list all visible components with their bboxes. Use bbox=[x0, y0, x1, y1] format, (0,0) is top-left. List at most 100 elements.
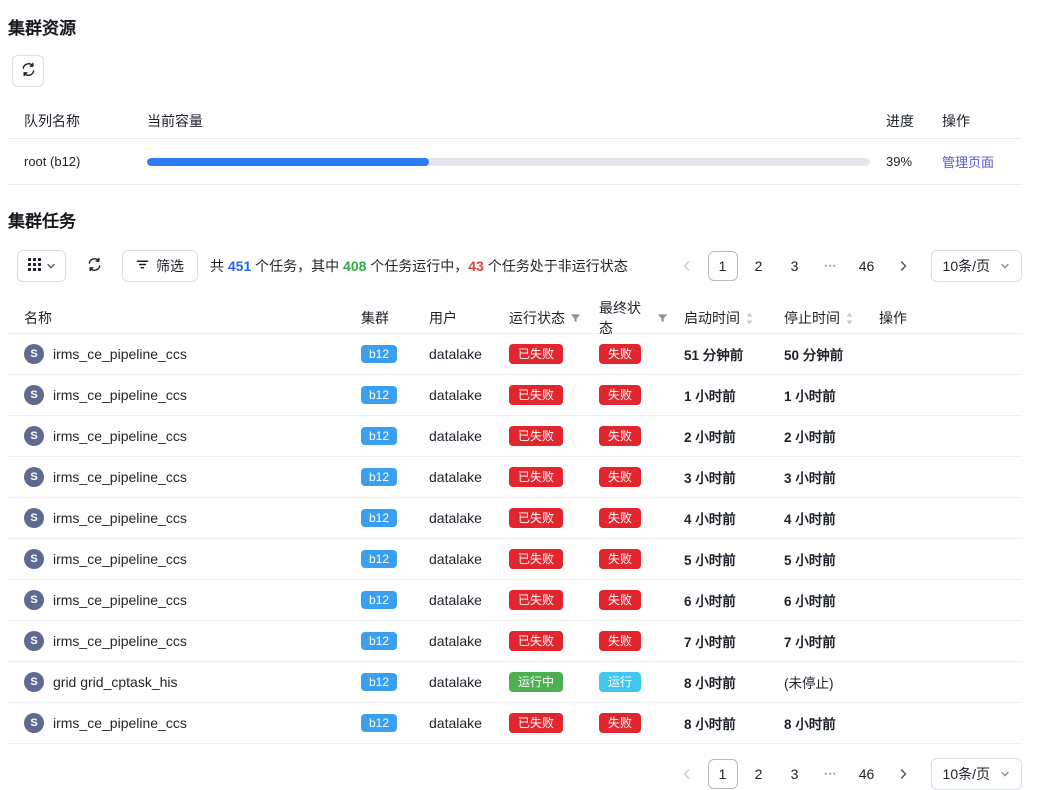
start-time: 8 小时前 bbox=[668, 672, 768, 692]
final-status-badge: 失败 bbox=[599, 385, 641, 405]
final-status-badge: 运行 bbox=[599, 672, 641, 692]
filter-button-label: 筛选 bbox=[156, 256, 184, 276]
cluster-badge: b12 bbox=[361, 386, 397, 404]
manage-page-link[interactable]: 管理页面 bbox=[942, 155, 994, 170]
col-header-user: 用户 bbox=[413, 308, 493, 328]
run-status-badge: 已失败 bbox=[509, 385, 563, 405]
sort-icon[interactable] bbox=[745, 312, 754, 325]
avatar: S bbox=[24, 590, 44, 610]
tasks-table: 名称 集群 用户 运行状态 最终状态 启动时间 停止时间 bbox=[8, 298, 1022, 744]
table-row: S irms_ce_pipeline_ccs b12 datalake 已失败 … bbox=[8, 457, 1022, 498]
tasks-summary: 共 451 个任务，其中 408 个任务运行中，43 个任务处于非运行状态 bbox=[210, 256, 628, 276]
task-name: irms_ce_pipeline_ccs bbox=[53, 551, 187, 567]
table-row: S irms_ce_pipeline_ccs b12 datalake 已失败 … bbox=[8, 703, 1022, 744]
pagination-ellipsis[interactable]: ••• bbox=[816, 759, 846, 789]
col-header-name: 名称 bbox=[8, 308, 345, 328]
filter-lines-icon bbox=[136, 258, 149, 274]
page-size-select[interactable]: 10条/页 bbox=[931, 250, 1022, 282]
pagination-next-button[interactable] bbox=[888, 251, 918, 281]
avatar: S bbox=[24, 713, 44, 733]
table-row: S irms_ce_pipeline_ccs b12 datalake 已失败 … bbox=[8, 416, 1022, 457]
tasks-table-body: S irms_ce_pipeline_ccs b12 datalake 已失败 … bbox=[8, 334, 1022, 744]
final-status-badge: 失败 bbox=[599, 426, 641, 446]
avatar: S bbox=[24, 508, 44, 528]
start-time: 1 小时前 bbox=[668, 385, 768, 405]
chevron-down-icon bbox=[46, 258, 56, 274]
column-settings-button[interactable] bbox=[17, 250, 66, 282]
filter-button[interactable]: 筛选 bbox=[122, 250, 198, 282]
cluster-badge: b12 bbox=[361, 550, 397, 568]
pagination-prev-button[interactable] bbox=[672, 251, 702, 281]
chevron-down-icon bbox=[1000, 258, 1010, 274]
resources-table-row: root (b12) 39% 管理页面 bbox=[8, 139, 1022, 185]
progress-percent: 39% bbox=[870, 154, 926, 169]
run-status-badge: 已失败 bbox=[509, 590, 563, 610]
task-user: datalake bbox=[413, 633, 493, 649]
pagination-page-1[interactable]: 1 bbox=[708, 759, 738, 789]
pagination-next-button[interactable] bbox=[888, 759, 918, 789]
pagination-page-3[interactable]: 3 bbox=[780, 251, 810, 281]
pagination-ellipsis[interactable]: ••• bbox=[816, 251, 846, 281]
avatar: S bbox=[24, 672, 44, 692]
grid-icon bbox=[28, 258, 41, 274]
pagination-page-2[interactable]: 2 bbox=[744, 759, 774, 789]
task-user: datalake bbox=[413, 469, 493, 485]
final-status-badge: 失败 bbox=[599, 590, 641, 610]
task-user: datalake bbox=[413, 428, 493, 444]
run-status-badge: 已失败 bbox=[509, 508, 563, 528]
chevron-down-icon bbox=[1000, 766, 1010, 782]
col-header-cluster: 集群 bbox=[345, 308, 413, 328]
stop-time: 1 小时前 bbox=[768, 385, 863, 405]
cluster-badge: b12 bbox=[361, 509, 397, 527]
start-time: 8 小时前 bbox=[668, 713, 768, 733]
toolbar-pagination: 1 2 3 ••• 46 10条/页 bbox=[669, 250, 1022, 282]
col-header-action: 操作 bbox=[863, 308, 1022, 328]
col-header-run-status: 运行状态 bbox=[493, 308, 583, 328]
pagination-page-1[interactable]: 1 bbox=[708, 251, 738, 281]
pagination: 1 2 3 ••• 46 bbox=[669, 759, 921, 789]
col-header-start-time: 启动时间 bbox=[668, 308, 768, 328]
refresh-icon bbox=[87, 257, 102, 275]
avatar: S bbox=[24, 344, 44, 364]
start-time: 5 小时前 bbox=[668, 549, 768, 569]
tasks-table-header: 名称 集群 用户 运行状态 最终状态 启动时间 停止时间 bbox=[8, 298, 1022, 334]
pagination-page-46[interactable]: 46 bbox=[852, 251, 882, 281]
filter-funnel-icon[interactable] bbox=[570, 313, 581, 324]
summary-total-count: 451 bbox=[228, 258, 251, 274]
sort-icon[interactable] bbox=[845, 312, 854, 325]
pagination-page-46[interactable]: 46 bbox=[852, 759, 882, 789]
task-name: irms_ce_pipeline_ccs bbox=[53, 510, 187, 526]
table-row: S irms_ce_pipeline_ccs b12 datalake 已失败 … bbox=[8, 621, 1022, 662]
pagination: 1 2 3 ••• 46 bbox=[669, 251, 921, 281]
filter-funnel-icon[interactable] bbox=[657, 313, 668, 324]
refresh-icon bbox=[21, 62, 36, 80]
final-status-badge: 失败 bbox=[599, 508, 641, 528]
task-user: datalake bbox=[413, 674, 493, 690]
avatar: S bbox=[24, 467, 44, 487]
final-status-badge: 失败 bbox=[599, 467, 641, 487]
start-time: 3 小时前 bbox=[668, 467, 768, 487]
resources-table-header: 队列名称 当前容量 进度 操作 bbox=[8, 103, 1022, 139]
col-header-queue: 队列名称 bbox=[8, 111, 131, 131]
pagination-page-3[interactable]: 3 bbox=[780, 759, 810, 789]
page-size-select[interactable]: 10条/页 bbox=[931, 758, 1022, 790]
summary-running-count: 408 bbox=[343, 258, 366, 274]
run-status-badge: 已失败 bbox=[509, 344, 563, 364]
run-status-badge: 已失败 bbox=[509, 426, 563, 446]
tasks-refresh-button[interactable] bbox=[78, 250, 110, 282]
pagination-prev-button[interactable] bbox=[672, 759, 702, 789]
task-name: irms_ce_pipeline_ccs bbox=[53, 469, 187, 485]
table-row: S irms_ce_pipeline_ccs b12 datalake 已失败 … bbox=[8, 580, 1022, 621]
stop-time: 50 分钟前 bbox=[768, 344, 863, 364]
avatar: S bbox=[24, 549, 44, 569]
resources-refresh-button[interactable] bbox=[12, 55, 44, 87]
stop-time: 5 小时前 bbox=[768, 549, 863, 569]
pagination-page-2[interactable]: 2 bbox=[744, 251, 774, 281]
stop-time: 8 小时前 bbox=[768, 713, 863, 733]
cluster-badge: b12 bbox=[361, 468, 397, 486]
task-name: irms_ce_pipeline_ccs bbox=[53, 428, 187, 444]
queue-name: root (b12) bbox=[8, 154, 131, 169]
task-user: datalake bbox=[413, 510, 493, 526]
table-row: S irms_ce_pipeline_ccs b12 datalake 已失败 … bbox=[8, 539, 1022, 580]
summary-text: 个任务运行中， bbox=[366, 258, 468, 274]
